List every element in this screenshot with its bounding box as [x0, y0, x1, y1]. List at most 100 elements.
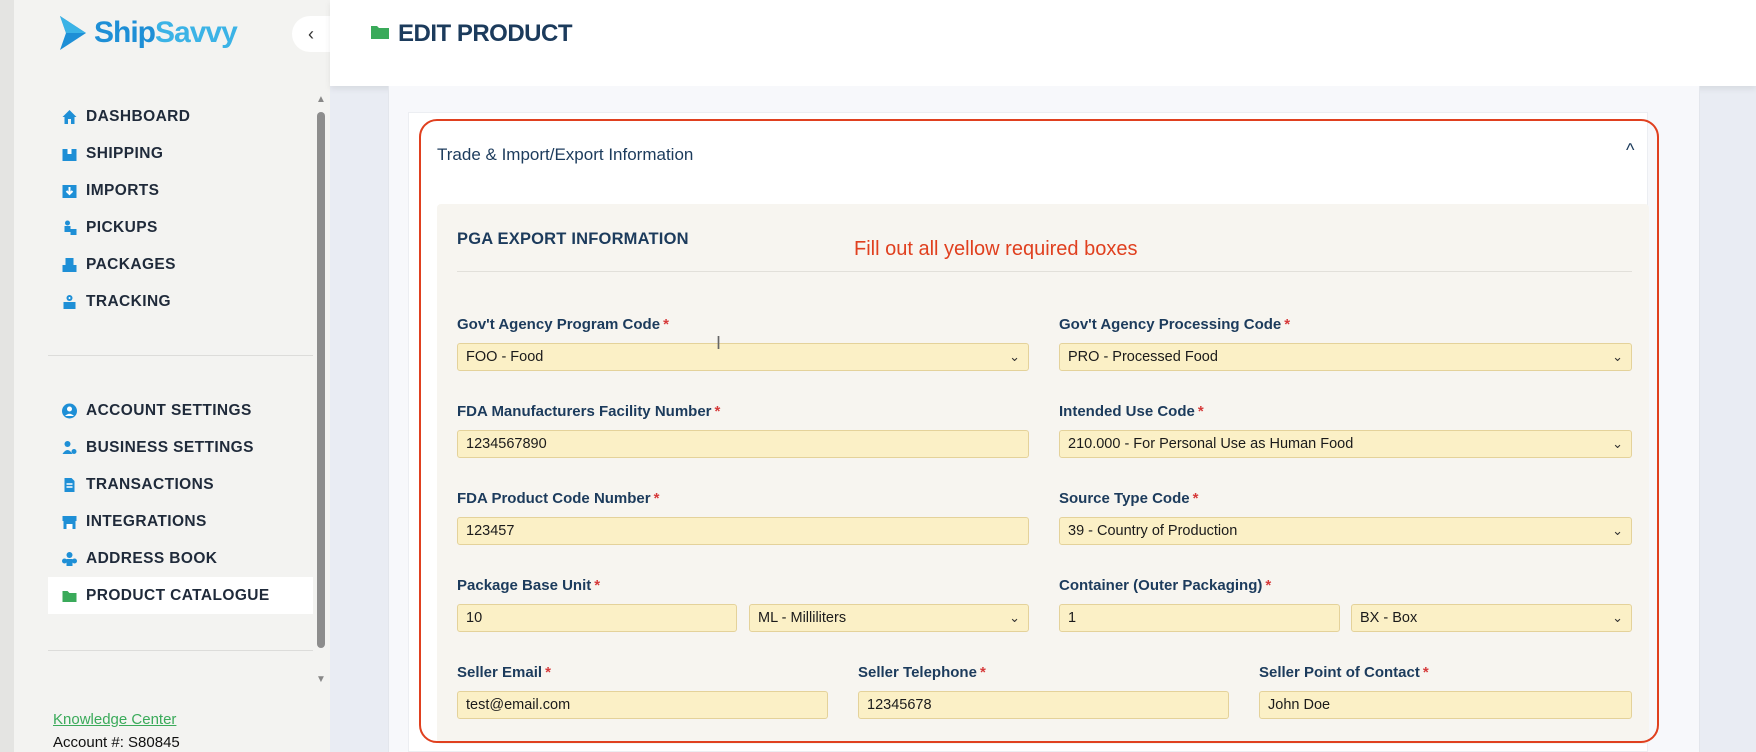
sidebar-item-account-settings[interactable]: ACCOUNT SETTINGS: [48, 392, 313, 429]
gov-agency-program-code-select[interactable]: FOO - Food ⌄: [457, 343, 1029, 371]
folder-icon: [370, 20, 390, 48]
gov-agency-processing-code-label: Gov't Agency Processing Code: [1059, 316, 1282, 333]
input-value: 1: [1068, 610, 1077, 626]
seller-telephone-label: Seller Telephone: [858, 664, 977, 681]
fda-product-code-number-input[interactable]: 123457: [457, 517, 1029, 545]
sidebar-item-label: TRACKING: [86, 292, 171, 310]
import-icon: [60, 183, 78, 199]
box-icon: [60, 146, 78, 162]
select-value: PRO - Processed Food: [1068, 349, 1218, 365]
sidebar: ShipSavvy ‹ DASHBOARD SHIPPING IMPORTS P…: [0, 0, 330, 752]
pga-export-card: [437, 204, 1649, 744]
nav-primary: DASHBOARD SHIPPING IMPORTS PICKUPS PACKA…: [48, 98, 313, 320]
logo-text: ShipSavvy: [94, 16, 238, 50]
sidebar-item-shipping[interactable]: SHIPPING: [48, 135, 313, 172]
sidebar-item-imports[interactable]: IMPORTS: [48, 172, 313, 209]
input-value: 1234567890: [466, 436, 547, 452]
field-label: Intended Use Code *: [1059, 403, 1204, 420]
chevron-down-icon: ⌄: [1612, 610, 1623, 625]
page-title-text: EDIT PRODUCT: [398, 20, 573, 47]
seller-email-label: Seller Email: [457, 664, 543, 681]
sidebar-item-packages[interactable]: PACKAGES: [48, 246, 313, 283]
sidebar-item-label: TRANSACTIONS: [86, 475, 214, 493]
page-header: EDIT PRODUCT: [330, 0, 1756, 86]
package-base-unit-input[interactable]: 10: [457, 604, 737, 632]
input-value: 10: [466, 610, 483, 626]
sidebar-item-integrations[interactable]: INTEGRATIONS: [48, 503, 313, 540]
document-icon: [60, 477, 78, 493]
field-label: FDA Manufacturers Facility Number *: [457, 403, 720, 420]
address-book-icon: [60, 551, 78, 567]
card-divider: [457, 271, 1632, 272]
seller-point-of-contact-input[interactable]: John Doe: [1259, 691, 1632, 719]
shipsavvy-logo[interactable]: ShipSavvy: [58, 14, 238, 52]
knowledge-center-link[interactable]: Knowledge Center: [53, 711, 176, 728]
sidebar-item-business-settings[interactable]: BUSINESS SETTINGS: [48, 429, 313, 466]
logo-text-b: Savvy: [155, 16, 238, 49]
seller-email-input[interactable]: test@email.com: [457, 691, 828, 719]
account-number: Account #: S80845: [53, 734, 180, 751]
sidebar-divider: [48, 355, 313, 356]
fda-manufacturers-facility-number-label: FDA Manufacturers Facility Number: [457, 403, 712, 420]
sidebar-item-product-catalogue[interactable]: PRODUCT CATALOGUE: [48, 577, 313, 614]
pickup-icon: [60, 220, 78, 236]
input-value: 123457: [466, 523, 515, 539]
container-outer-packaging-uom-select[interactable]: BX - Box ⌄: [1351, 604, 1632, 632]
sidebar-scrollbar[interactable]: ▲ ▼: [316, 90, 326, 690]
chevron-up-icon[interactable]: ^: [1626, 140, 1634, 161]
packages-icon: [60, 257, 78, 273]
sidebar-item-transactions[interactable]: TRANSACTIONS: [48, 466, 313, 503]
sidebar-item-label: INTEGRATIONS: [86, 512, 207, 530]
container-outer-packaging-input[interactable]: 1: [1059, 604, 1340, 632]
sidebar-divider: [48, 650, 313, 651]
package-base-unit-uom-select[interactable]: ML - Milliliters ⌄: [749, 604, 1029, 632]
home-icon: [60, 109, 78, 125]
seller-telephone-input[interactable]: 12345678: [858, 691, 1229, 719]
section-title[interactable]: Trade & Import/Export Information: [437, 145, 693, 165]
field-label: Gov't Agency Program Code *: [457, 316, 669, 333]
logo-text-a: Ship: [94, 16, 156, 49]
input-value: John Doe: [1268, 697, 1331, 713]
select-value: 39 - Country of Production: [1068, 523, 1238, 539]
sidebar-item-label: PICKUPS: [86, 218, 158, 236]
source-type-code-select[interactable]: 39 - Country of Production ⌄: [1059, 517, 1632, 545]
scroll-up-icon[interactable]: ▲: [316, 94, 326, 105]
required-marker: *: [653, 490, 660, 507]
source-type-code-label: Source Type Code: [1059, 490, 1190, 507]
sidebar-item-address-book[interactable]: ADDRESS BOOK: [48, 540, 313, 577]
field-label: Seller Point of Contact *: [1259, 664, 1429, 681]
input-value: 12345678: [867, 697, 932, 713]
business-icon: [60, 440, 78, 456]
required-marker: *: [979, 664, 986, 681]
container-outer-packaging-label: Container (Outer Packaging): [1059, 577, 1263, 594]
sidebar-item-label: SHIPPING: [86, 144, 164, 162]
instruction-annotation: Fill out all yellow required boxes: [854, 238, 1138, 260]
nav-secondary: ACCOUNT SETTINGS BUSINESS SETTINGS TRANS…: [48, 392, 313, 614]
logo-mark-icon: [60, 16, 86, 50]
scroll-thumb[interactable]: [317, 112, 325, 648]
gov-agency-processing-code-select[interactable]: PRO - Processed Food ⌄: [1059, 343, 1632, 371]
select-value: 210.000 - For Personal Use as Human Food: [1068, 436, 1354, 452]
fda-manufacturers-facility-number-input[interactable]: 1234567890: [457, 430, 1029, 458]
sidebar-item-pickups[interactable]: PICKUPS: [48, 209, 313, 246]
chevron-down-icon: ⌄: [1612, 523, 1623, 538]
sidebar-item-dashboard[interactable]: DASHBOARD: [48, 98, 313, 135]
select-value: BX - Box: [1360, 610, 1418, 626]
required-marker: *: [545, 664, 551, 681]
intended-use-code-select[interactable]: 210.000 - For Personal Use as Human Food…: [1059, 430, 1632, 458]
chevron-down-icon: ⌄: [1009, 610, 1020, 625]
sidebar-item-tracking[interactable]: TRACKING: [48, 283, 313, 320]
sidebar-item-label: ACCOUNT SETTINGS: [86, 401, 252, 419]
required-marker: *: [594, 577, 601, 594]
chevron-down-icon: ⌄: [1612, 349, 1623, 364]
sidebar-item-label: IMPORTS: [86, 181, 160, 199]
sidebar-item-label: PRODUCT CATALOGUE: [86, 586, 270, 604]
chevron-left-icon: ‹: [308, 23, 314, 44]
required-marker: *: [1197, 403, 1204, 420]
field-label: Seller Email *: [457, 664, 551, 681]
scroll-down-icon[interactable]: ▼: [316, 674, 326, 685]
sidebar-item-label: ADDRESS BOOK: [86, 549, 218, 567]
sidebar-collapse-button[interactable]: ‹: [292, 16, 330, 52]
card-title: PGA EXPORT INFORMATION: [457, 230, 689, 248]
required-marker: *: [1192, 490, 1199, 507]
